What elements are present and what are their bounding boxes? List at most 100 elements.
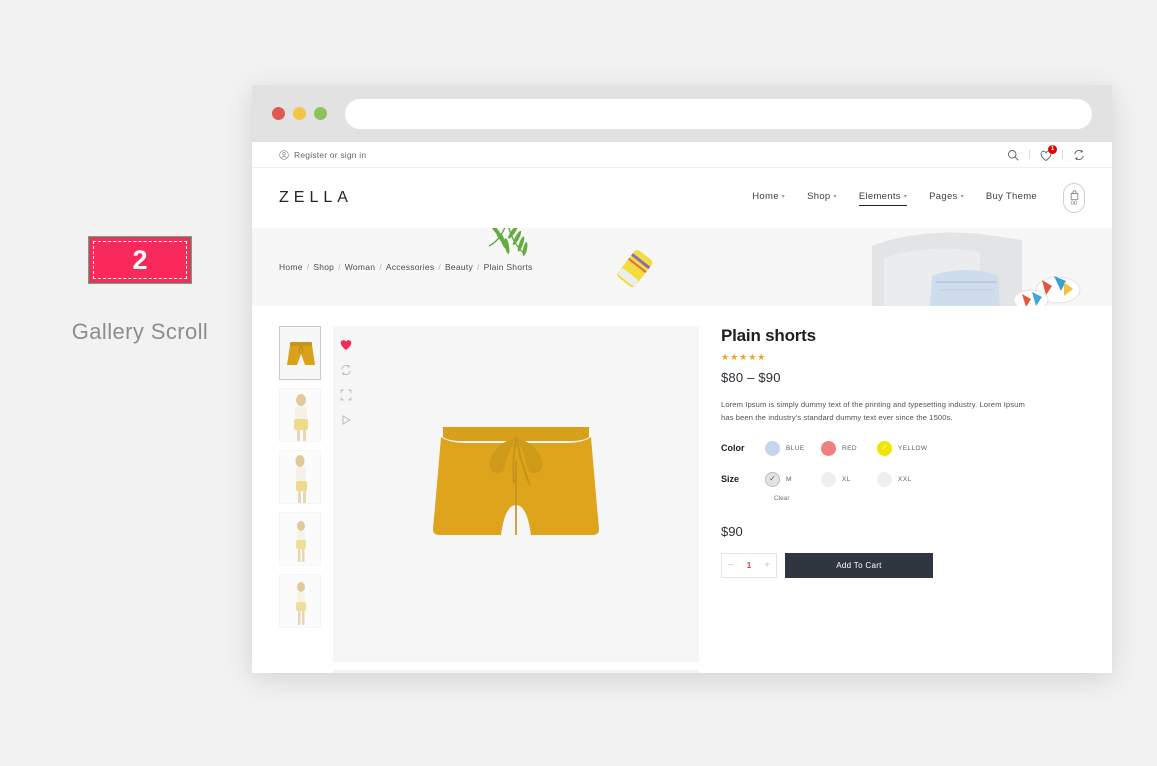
compare-icon[interactable] [340, 364, 352, 376]
fullscreen-icon[interactable] [340, 389, 352, 401]
palm-leaf-decoration-icon [488, 228, 528, 256]
quantity-increase-button[interactable]: + [764, 560, 770, 571]
breadcrumb-separator: / [306, 262, 310, 272]
breadcrumb-woman[interactable]: Woman [345, 262, 375, 272]
nav-label: Buy Theme [985, 191, 1037, 202]
breadcrumb-separator: / [476, 262, 480, 272]
compare-icon[interactable] [1073, 149, 1085, 161]
play-video-icon[interactable] [340, 414, 352, 426]
color-name-red: RED [842, 444, 857, 452]
main-product-image[interactable] [333, 326, 699, 662]
size-label: Size [721, 474, 740, 485]
product-summary: Plain shorts ★★★★★ $80 – $90 Lorem Ipsum… [699, 326, 1085, 673]
product-title: Plain shorts [721, 326, 816, 345]
nav-label: Pages [929, 191, 958, 202]
nav-label: Home [752, 191, 779, 202]
nav-item-buy-theme[interactable]: Buy Theme [986, 191, 1037, 205]
color-option-yellow[interactable]: ✓ YELLOW [877, 440, 933, 456]
browser-window: Register or sign in 1 ZELLA Home ▾ Shop … [252, 85, 1112, 673]
size-option-xxl[interactable]: XXL [877, 471, 933, 487]
site-logo[interactable]: ZELLA [279, 189, 353, 207]
maximize-window-button[interactable] [314, 107, 327, 120]
color-label: Color [721, 443, 745, 454]
breadcrumb-shop[interactable]: Shop [313, 262, 334, 272]
nav-item-pages[interactable]: Pages ▾ [929, 191, 964, 205]
thumb-model-front-image [280, 389, 320, 441]
cosmetic-tube-decoration [617, 250, 653, 288]
step-number: 2 [132, 244, 148, 275]
rating-stars: ★★★★★ [721, 352, 767, 362]
gallery-thumb-5[interactable] [279, 574, 321, 628]
wishlist-heart-icon[interactable] [340, 339, 352, 351]
color-swatch-yellow: ✓ [877, 440, 892, 456]
model-head-image [333, 670, 699, 673]
color-attribute-row: Color BLUE RED ✓ YELLOW [721, 440, 1085, 456]
breadcrumb-beauty[interactable]: Beauty [445, 262, 473, 272]
search-icon[interactable] [1007, 149, 1019, 161]
annotation-label: Gallery Scroll [71, 319, 209, 344]
color-name-yellow: YELLOW [898, 444, 928, 452]
color-option-red[interactable]: RED [821, 440, 877, 456]
thumb-shorts-image [280, 327, 320, 379]
chevron-down-icon: ▾ [781, 194, 786, 200]
price-range: $80 – $90 [721, 370, 781, 385]
check-icon: ✓ [881, 443, 888, 453]
clear-selection-link[interactable]: Clear [774, 495, 1085, 502]
size-option-xl[interactable]: XL [821, 471, 877, 487]
page-banner: Home / Shop / Woman / Accessories / Beauty / Plain… [252, 228, 1112, 306]
step-badge: 2 [88, 236, 192, 284]
color-swatch-red [821, 440, 836, 456]
quantity-stepper[interactable]: − 1 + [721, 552, 777, 578]
gallery-thumb-2[interactable] [279, 388, 321, 442]
shopping-bag-icon [1070, 189, 1078, 200]
divider [1029, 150, 1030, 159]
url-input[interactable] [345, 98, 1092, 129]
gallery-thumb-1[interactable] [279, 326, 321, 380]
user-icon [279, 149, 289, 160]
breadcrumb-separator: / [338, 262, 341, 272]
nav-item-elements[interactable]: Elements ▾ [858, 190, 908, 206]
browser-chrome [252, 85, 1112, 142]
breadcrumb-separator: / [438, 262, 442, 272]
nav-label: Elements [858, 190, 901, 202]
purchase-row: − 1 + Add To Cart [721, 552, 1085, 578]
thumb-model-walking-image [280, 575, 320, 627]
main-navigation: Home ▾ Shop ▾ Elements ▾ Pages ▾ Buy The… [752, 191, 1037, 206]
gallery-stage [333, 326, 699, 673]
color-option-blue[interactable]: BLUE [765, 440, 821, 456]
thumb-model-side-image [280, 451, 320, 503]
quantity-value[interactable]: 1 [747, 561, 751, 570]
size-swatch-m: ✓ [765, 471, 780, 487]
breadcrumb-accessories[interactable]: Accessories [386, 262, 435, 272]
chevron-down-icon: ▾ [903, 193, 908, 200]
add-to-cart-button[interactable]: Add To Cart [785, 552, 933, 578]
breadcrumb-home[interactable]: Home [279, 262, 303, 272]
breadcrumb: Home / Shop / Woman / Accessories / Beauty / Plain… [279, 262, 532, 272]
product-description: Lorem Ipsum is simply dummy text of the … [721, 400, 1025, 423]
minimize-window-button[interactable] [293, 107, 306, 120]
divider [1062, 150, 1063, 159]
window-controls [272, 107, 327, 120]
register-label: Register or sign in [294, 149, 367, 160]
thumb-model-full-image [280, 513, 320, 565]
cart-count: 00 [1070, 200, 1078, 207]
nav-label: Shop [807, 191, 831, 202]
breadcrumb-current: Plain Shorts [483, 262, 533, 272]
size-option-m[interactable]: ✓ M [765, 471, 821, 487]
close-window-button[interactable] [272, 107, 285, 120]
topbar-icons: 1 [1007, 144, 1085, 161]
next-gallery-image[interactable] [333, 670, 699, 673]
quantity-decrease-button[interactable]: − [728, 560, 734, 571]
cart-button[interactable]: 00 [1063, 183, 1085, 213]
gallery-thumb-4[interactable] [279, 512, 321, 566]
nav-item-shop[interactable]: Shop ▾ [807, 191, 837, 205]
color-name-blue: BLUE [786, 444, 805, 452]
final-price: $90 [721, 523, 743, 539]
gallery-thumbnails [279, 326, 325, 673]
register-or-signin-link[interactable]: Register or sign in [279, 150, 366, 160]
nav-item-home[interactable]: Home ▾ [752, 191, 785, 205]
wishlist-icon[interactable]: 1 [1040, 144, 1057, 161]
size-swatch-xxl [877, 471, 892, 487]
size-name-m: M [786, 475, 792, 483]
gallery-thumb-3[interactable] [279, 450, 321, 504]
